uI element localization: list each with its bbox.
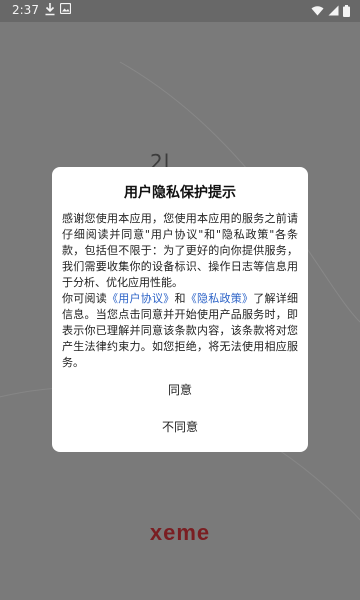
user-agreement-link[interactable]: 《用户协议》: [107, 292, 175, 305]
dialog-body: 感谢您使用本应用，您使用本应用的服务之前请仔细阅读并同意"用户协议"和"隐私政策…: [62, 211, 298, 371]
privacy-dialog: 用户隐私保护提示 感谢您使用本应用，您使用本应用的服务之前请仔细阅读并同意"用户…: [52, 167, 308, 452]
status-time: 2:37: [12, 3, 39, 17]
download-icon: [44, 2, 56, 19]
dialog-title: 用户隐私保护提示: [124, 185, 236, 201]
wifi-icon: [311, 3, 328, 17]
battery-icon: [343, 3, 350, 17]
dialog-paragraph-2: 你可阅读《用户协议》和《隐私政策》了解详细信息。当您点击同意并开始使用产品服务时…: [62, 291, 298, 371]
image-icon: [59, 2, 72, 17]
privacy-policy-link[interactable]: 《隐私政策》: [186, 292, 254, 305]
dialog-paragraph-1: 感谢您使用本应用，您使用本应用的服务之前请仔细阅读并同意"用户协议"和"隐私政策…: [62, 212, 298, 289]
p2-and: 和: [174, 292, 186, 305]
agree-button[interactable]: 同意: [52, 381, 308, 398]
brand-logo: xeme: [149, 520, 211, 545]
p2-prefix: 你可阅读: [62, 292, 107, 305]
signal-icon: [328, 3, 343, 17]
status-bar: 2:37: [0, 0, 360, 22]
status-icons: [311, 3, 350, 17]
disagree-button[interactable]: 不同意: [52, 418, 308, 435]
